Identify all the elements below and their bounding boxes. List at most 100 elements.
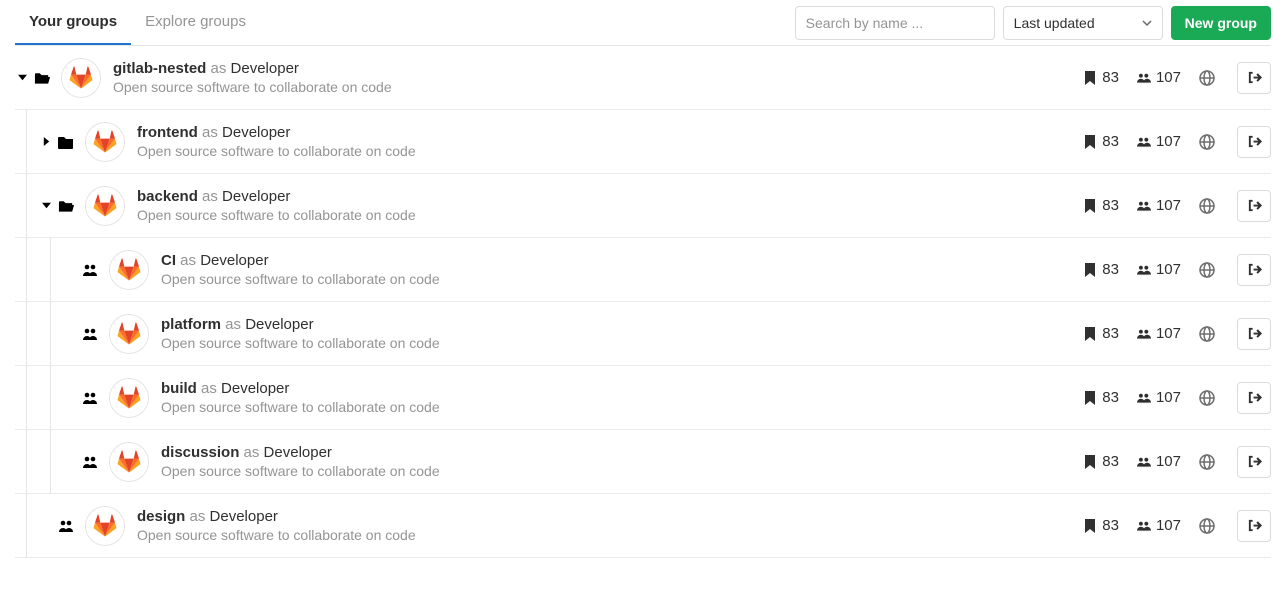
projects-count: 83 [1083, 453, 1119, 470]
sort-dropdown-label: Last updated [1014, 15, 1095, 31]
visibility-public-icon [1199, 70, 1215, 86]
as-label: as [180, 252, 196, 269]
group-name[interactable]: CI [161, 252, 176, 269]
members-count-value: 107 [1156, 197, 1181, 214]
expand-toggle[interactable] [15, 73, 29, 82]
group-name[interactable]: gitlab-nested [113, 60, 206, 77]
role-label: Developer [200, 252, 268, 269]
members-count: 107 [1137, 261, 1181, 278]
gitlab-logo-icon [93, 514, 117, 538]
expand-toggle[interactable] [39, 137, 53, 146]
group-row: gitlab-nested as DeveloperOpen source so… [15, 46, 1271, 110]
visibility-public-icon [1199, 326, 1215, 342]
visibility-public-icon [1199, 198, 1215, 214]
members-icon [1137, 391, 1151, 405]
search-input[interactable] [795, 6, 995, 40]
group-info: CI as Developer Open source software to c… [161, 252, 1083, 287]
role-label: Developer [264, 444, 332, 461]
group-description: Open source software to collaborate on c… [137, 527, 1083, 543]
leave-group-button[interactable] [1237, 254, 1271, 286]
group-avatar[interactable] [61, 58, 101, 98]
globe-icon [1199, 134, 1215, 150]
as-label: as [202, 188, 218, 205]
leave-group-button[interactable] [1237, 318, 1271, 350]
visibility-public-icon [1199, 262, 1215, 278]
subgroup-icon [55, 519, 77, 533]
leave-group-button[interactable] [1237, 190, 1271, 222]
members-count-value: 107 [1156, 69, 1181, 86]
expand-toggle[interactable] [39, 201, 53, 210]
bookmark-icon [1083, 391, 1097, 405]
tab-explore-groups[interactable]: Explore groups [131, 0, 260, 45]
bookmark-icon [1083, 455, 1097, 469]
members-count: 107 [1137, 133, 1181, 150]
group-name[interactable]: build [161, 380, 197, 397]
gitlab-logo-icon [69, 66, 93, 90]
projects-count-value: 83 [1102, 517, 1119, 534]
bookmark-icon [1083, 519, 1097, 533]
subgroup-icon [79, 455, 101, 469]
tab-your-groups[interactable]: Your groups [15, 0, 131, 45]
group-info: frontend as DeveloperOpen source softwar… [137, 124, 1083, 159]
projects-count-value: 83 [1102, 69, 1119, 86]
members-count: 107 [1137, 453, 1181, 470]
group-row: discussion as DeveloperOpen source softw… [15, 430, 1271, 494]
group-stats: 83107 [1083, 190, 1271, 222]
members-icon [1137, 135, 1151, 149]
members-count-value: 107 [1156, 453, 1181, 470]
group-name[interactable]: platform [161, 316, 221, 333]
members-count: 107 [1137, 197, 1181, 214]
tree-indent [39, 366, 63, 429]
projects-count: 83 [1083, 69, 1119, 86]
group-row: CI as Developer Open source software to c… [15, 238, 1271, 302]
members-icon [1137, 71, 1151, 85]
members-icon [1137, 455, 1151, 469]
globe-icon [1199, 262, 1215, 278]
group-description: Open source software to collaborate on c… [161, 271, 1083, 287]
group-avatar[interactable] [85, 506, 125, 546]
group-stats: 83 107 [1083, 254, 1271, 286]
globe-icon [1199, 518, 1215, 534]
group-stats: 83 107 [1083, 446, 1271, 478]
leave-group-button[interactable] [1237, 510, 1271, 542]
sort-dropdown[interactable]: Last updated [1003, 6, 1163, 40]
new-group-button[interactable]: New group [1171, 6, 1271, 40]
projects-count: 83 [1083, 261, 1119, 278]
group-description: Open source software to collaborate on c… [137, 207, 1083, 223]
group-name[interactable]: backend [137, 188, 198, 205]
group-avatar[interactable] [109, 314, 149, 354]
group-row: build as DeveloperOpen source software t… [15, 366, 1271, 430]
group-avatar[interactable] [109, 250, 149, 290]
members-count-value: 107 [1156, 325, 1181, 342]
tree-indent [39, 430, 63, 493]
tree-indent [15, 238, 39, 301]
role-label: Developer [222, 124, 290, 141]
leave-icon [1247, 390, 1262, 405]
group-avatar[interactable] [85, 186, 125, 226]
group-info: build as DeveloperOpen source software t… [161, 380, 1083, 415]
leave-group-button[interactable] [1237, 446, 1271, 478]
group-name[interactable]: discussion [161, 444, 239, 461]
group-avatar[interactable] [85, 122, 125, 162]
group-description: Open source software to collaborate on c… [161, 335, 1083, 351]
caret-down-icon [18, 73, 27, 82]
globe-icon [1199, 70, 1215, 86]
bookmark-icon [1083, 199, 1097, 213]
leave-group-button[interactable] [1237, 62, 1271, 94]
group-avatar[interactable] [109, 442, 149, 482]
gitlab-logo-icon [117, 258, 141, 282]
group-stats: 83107 [1083, 126, 1271, 158]
group-row: frontend as DeveloperOpen source softwar… [15, 110, 1271, 174]
gitlab-logo-icon [93, 130, 117, 154]
tree-indent [15, 302, 39, 365]
group-name[interactable]: design [137, 508, 185, 525]
as-label: as [244, 444, 260, 461]
group-name[interactable]: frontend [137, 124, 198, 141]
leave-group-button[interactable] [1237, 126, 1271, 158]
subgroup-icon [79, 391, 101, 405]
leave-icon [1247, 518, 1262, 533]
group-stats: 83107 [1083, 318, 1271, 350]
leave-group-button[interactable] [1237, 382, 1271, 414]
group-info: gitlab-nested as DeveloperOpen source so… [113, 60, 1083, 95]
group-avatar[interactable] [109, 378, 149, 418]
